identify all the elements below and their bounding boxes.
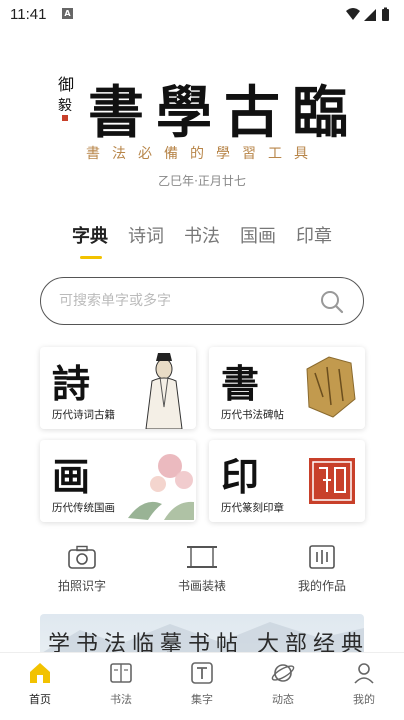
- tab-seal[interactable]: 印章: [296, 222, 332, 248]
- title-char-2: 學: [156, 80, 212, 146]
- battery-icon: [382, 9, 389, 21]
- card-label: 历代篆刻印章: [221, 502, 284, 514]
- tab-poetry[interactable]: 诗词: [128, 222, 164, 248]
- mounting-button[interactable]: 书画装裱: [157, 545, 247, 594]
- user-icon: [354, 663, 374, 684]
- status-icons: [346, 7, 389, 21]
- seal-stamp: [62, 115, 68, 121]
- text-box-icon: [191, 662, 213, 684]
- nav-calligraphy[interactable]: 书法: [81, 661, 161, 707]
- card-char: 画: [52, 454, 91, 499]
- nav-activity[interactable]: 动态: [243, 661, 323, 707]
- card-seal[interactable]: 印 历代篆刻印章: [209, 440, 365, 522]
- banner-text: 学书法临摹书帖 大部经典名片: [48, 632, 364, 654]
- quick-label: 我的作品: [297, 579, 346, 593]
- a-notification-icon: A: [62, 8, 73, 19]
- nav-collect-chars[interactable]: 集字: [162, 661, 242, 707]
- card-label: 历代书法碑帖: [221, 409, 284, 421]
- tab-painting[interactable]: 国画: [240, 222, 276, 248]
- home-icon: [30, 663, 50, 683]
- lunar-date: 乙巳年·正月廿七: [158, 174, 246, 188]
- my-works-button[interactable]: 我的作品: [277, 545, 367, 594]
- stele-rubbing-icon: [306, 356, 356, 418]
- title-char-4: 臨: [292, 80, 348, 146]
- promo-banner[interactable]: 学书法临摹书帖 大部经典名片: [40, 614, 364, 654]
- book-icon: [110, 663, 132, 683]
- card-label: 历代传统国画: [52, 502, 115, 514]
- nav-label: 我的: [353, 693, 375, 706]
- nav-label: 首页: [29, 693, 51, 706]
- app-logo-calligraphy: 御 毅 書 學 古 臨 書法必備的學習工具: [58, 75, 348, 162]
- card-char: 印: [221, 454, 260, 499]
- wifi-icon: [346, 8, 360, 20]
- tab-calligraphy[interactable]: 书法: [184, 222, 220, 248]
- red-seal-icon: [309, 458, 355, 504]
- planet-icon: [271, 664, 295, 682]
- nav-label: 书法: [110, 693, 132, 706]
- active-tab-indicator: [80, 256, 102, 259]
- seal-char-2: 毅: [58, 97, 72, 114]
- card-painting[interactable]: 画 历代传统国画: [40, 440, 196, 522]
- card-label: 历代诗词古籍: [52, 409, 115, 421]
- search-input[interactable]: [59, 291, 309, 311]
- card-poetry[interactable]: 詩 历代诗词古籍: [40, 347, 196, 429]
- flower-painting-icon: [128, 454, 194, 520]
- status-time: 11:41: [10, 6, 47, 23]
- search-icon[interactable]: [319, 289, 345, 315]
- bottom-navigation: 首页 书法 集字 动态 我的: [0, 652, 404, 720]
- nav-profile[interactable]: 我的: [324, 661, 404, 707]
- seal-char-1: 御: [58, 75, 74, 94]
- search-bar[interactable]: [40, 277, 364, 325]
- signal-icon: [364, 9, 376, 21]
- nav-home[interactable]: 首页: [0, 661, 80, 707]
- title-char-1: 書: [88, 80, 144, 146]
- scholar-portrait-icon: [145, 353, 183, 429]
- status-bar: 11:41 A: [0, 0, 404, 30]
- quick-label: 书画装裱: [177, 579, 226, 593]
- camera-icon: [68, 545, 96, 569]
- tab-dictionary[interactable]: 字典: [72, 222, 108, 248]
- quick-label: 拍照识字: [57, 579, 106, 593]
- card-calligraphy[interactable]: 書 历代书法碑帖: [209, 347, 365, 429]
- nav-label: 动态: [272, 693, 294, 706]
- card-char: 書: [221, 361, 260, 406]
- card-char: 詩: [52, 361, 91, 406]
- seal-signature: 御 毅: [58, 75, 74, 121]
- nav-label: 集字: [191, 693, 213, 706]
- category-tabs: 字典 诗词 书法 国画 印章: [62, 222, 362, 262]
- works-icon: [309, 545, 335, 569]
- title-char-3: 古: [224, 80, 280, 146]
- header-slogan: 書法必備的學習工具: [86, 146, 320, 162]
- frame-icon: [187, 546, 217, 568]
- photo-recognize-button[interactable]: 拍照识字: [37, 545, 127, 594]
